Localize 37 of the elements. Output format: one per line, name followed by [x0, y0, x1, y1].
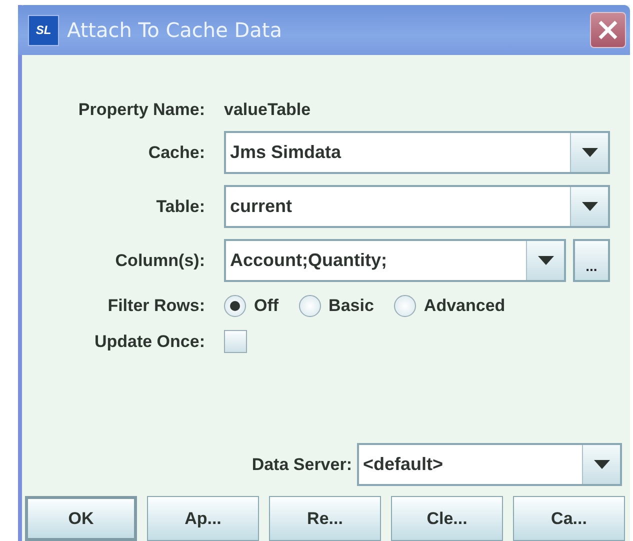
dropdown-arrow-icon: [538, 256, 554, 265]
dialog-button[interactable]: Ap...: [147, 496, 259, 541]
radio-label: Basic: [328, 296, 374, 316]
radio-button[interactable]: [394, 295, 416, 317]
dropdown-arrow-icon: [582, 202, 598, 211]
field-label: Cache:: [148, 142, 205, 162]
dropdown-field[interactable]: Account;Quantity;: [224, 239, 566, 282]
app-logo: SL: [28, 14, 59, 46]
radio-button[interactable]: [224, 295, 246, 317]
dropdown-field[interactable]: Jms Simdata: [224, 131, 610, 174]
field-label: Column(s):: [115, 250, 205, 270]
checkbox[interactable]: [224, 330, 247, 353]
field-value: valueTable: [224, 100, 312, 120]
field-label: Filter Rows:: [108, 296, 205, 316]
dropdown-button[interactable]: [570, 133, 608, 172]
browse-button[interactable]: ...: [573, 239, 610, 282]
dialog-button[interactable]: Re...: [269, 496, 381, 541]
dropdown-button[interactable]: [570, 187, 608, 226]
dropdown-button[interactable]: [582, 445, 620, 484]
dialog-button[interactable]: Ca...: [513, 496, 625, 541]
field-label: Update Once:: [94, 332, 205, 352]
dropdown-field[interactable]: current: [224, 185, 610, 228]
radio-label: Off: [254, 296, 279, 316]
dialog-button[interactable]: Cle...: [391, 496, 503, 541]
window-title: Attach To Cache Data: [67, 18, 284, 42]
dropdown-field[interactable]: <default>: [357, 443, 622, 486]
field-label: Data Server:: [252, 454, 352, 474]
dialog-button[interactable]: OK: [25, 496, 137, 541]
dropdown-arrow-icon: [582, 148, 598, 157]
field-label: Property Name:: [78, 100, 205, 120]
close-button[interactable]: [590, 12, 626, 48]
close-icon: [598, 20, 618, 40]
radio-label: Advanced: [424, 296, 506, 316]
radio-button[interactable]: [298, 295, 321, 317]
field-label: Table:: [156, 196, 205, 216]
dropdown-arrow-icon: [594, 460, 610, 469]
dropdown-button[interactable]: [526, 241, 564, 280]
